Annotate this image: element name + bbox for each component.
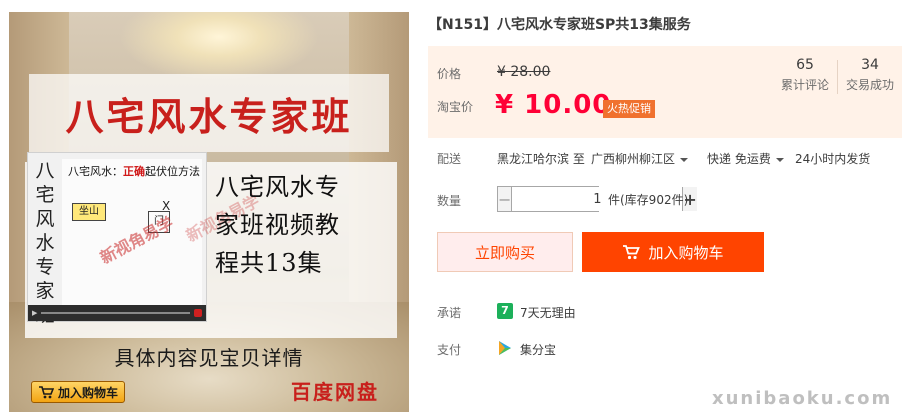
- review-count: 65: [796, 57, 814, 73]
- video-content: 八宅风水：正确起伏位方法 坐山 X 门 新视角易学 新视角易学: [62, 159, 262, 307]
- image-cloud-label: 百度网盘: [291, 380, 379, 404]
- cart-icon: [39, 386, 54, 399]
- add-to-cart-button[interactable]: 加入购物车: [582, 232, 764, 272]
- quantity-row: 数量 − + 件(库存902件): [428, 186, 902, 212]
- payment-row: 支付 集分宝: [428, 339, 902, 359]
- image-banner-title: 八宅风水专家班: [65, 93, 353, 139]
- video-time: ▶: [32, 309, 38, 317]
- video-watermark: 新视角易学: [96, 213, 177, 268]
- price-label: 价格: [437, 67, 462, 81]
- record-icon: [194, 309, 202, 317]
- shipping-time: 24小时内发货: [795, 152, 871, 166]
- site-watermark: xunibaoku.com: [712, 388, 893, 409]
- quantity-stepper: − +: [497, 186, 697, 212]
- video-seat-box: 坐山: [72, 203, 106, 221]
- image-detail-note: 具体内容见宝贝详情: [114, 346, 304, 370]
- video-progress-track: [41, 312, 190, 314]
- shipping-from: 黑龙江哈尔滨 至: [497, 152, 585, 166]
- seven-day-return-icon: 7: [497, 303, 513, 319]
- chevron-down-icon: [775, 157, 784, 162]
- promise-text[interactable]: 7天无理由: [520, 304, 576, 321]
- promo-price-label: 淘宝价: [437, 100, 474, 114]
- cart-icon: [623, 245, 641, 260]
- shipping-destination-select[interactable]: 广西柳州柳江区: [591, 150, 689, 167]
- stat-transactions[interactable]: 34 交易成功: [838, 56, 902, 94]
- transaction-count: 34: [861, 57, 879, 73]
- payment-text[interactable]: 集分宝: [520, 341, 556, 358]
- buy-now-button[interactable]: 立即购买: [437, 232, 573, 272]
- review-label: 累计评论: [780, 78, 829, 92]
- chevron-down-icon: [680, 157, 689, 162]
- promise-label: 承诺: [437, 306, 462, 320]
- shipping-label: 配送: [437, 152, 462, 166]
- product-main-image[interactable]: 八宅风水专家班 八宅风水专家班 八宅风水：正确起伏位方法 坐山 X 门 新视角易…: [9, 12, 409, 412]
- quantity-label: 数量: [437, 194, 462, 208]
- stat-reviews[interactable]: 65 累计评论: [773, 56, 837, 94]
- video-caption: 八宅风水：正确起伏位方法: [68, 165, 200, 178]
- add-to-cart-label: 加入购物车: [648, 243, 724, 262]
- jifenbao-icon: [497, 340, 513, 356]
- image-title-banner: 八宅风水专家班: [29, 74, 389, 152]
- original-price: ¥ 28.00: [497, 64, 551, 80]
- shipping-row: 配送 黑龙江哈尔滨 至 广西柳州柳江区 快递 免运费 24小时内发货: [428, 148, 902, 168]
- image-cart-badge: 加入购物车: [31, 381, 126, 403]
- payment-label: 支付: [437, 343, 462, 357]
- price-panel: 价格 ¥ 28.00 淘宝价 ¥ 10.00 火热促销 65 累计评论 34 交…: [428, 46, 902, 138]
- chandelier-decoration: [119, 12, 319, 82]
- image-course-text: 八宅风水专 家班视频教 程共13集: [215, 173, 340, 277]
- quantity-decrease-button[interactable]: −: [498, 187, 513, 211]
- product-title: 【N151】八宅风水专家班SP共13集服务: [428, 17, 691, 33]
- stock-info: 件(库存902件): [608, 193, 689, 207]
- video-vertical-title: 八宅风水专家班: [35, 160, 55, 326]
- video-control-bar: ▶: [28, 305, 206, 321]
- shipping-method-select[interactable]: 快递 免运费: [707, 150, 784, 167]
- transaction-label: 交易成功: [845, 78, 894, 92]
- promise-row: 承诺 7 7天无理由: [428, 302, 902, 322]
- promo-tag: 火热促销: [603, 100, 655, 118]
- promo-price: ¥ 10.00: [495, 90, 612, 120]
- video-preview: 八宅风水专家班 八宅风水：正确起伏位方法 坐山 X 门 新视角易学 新视角易学 …: [27, 152, 262, 326]
